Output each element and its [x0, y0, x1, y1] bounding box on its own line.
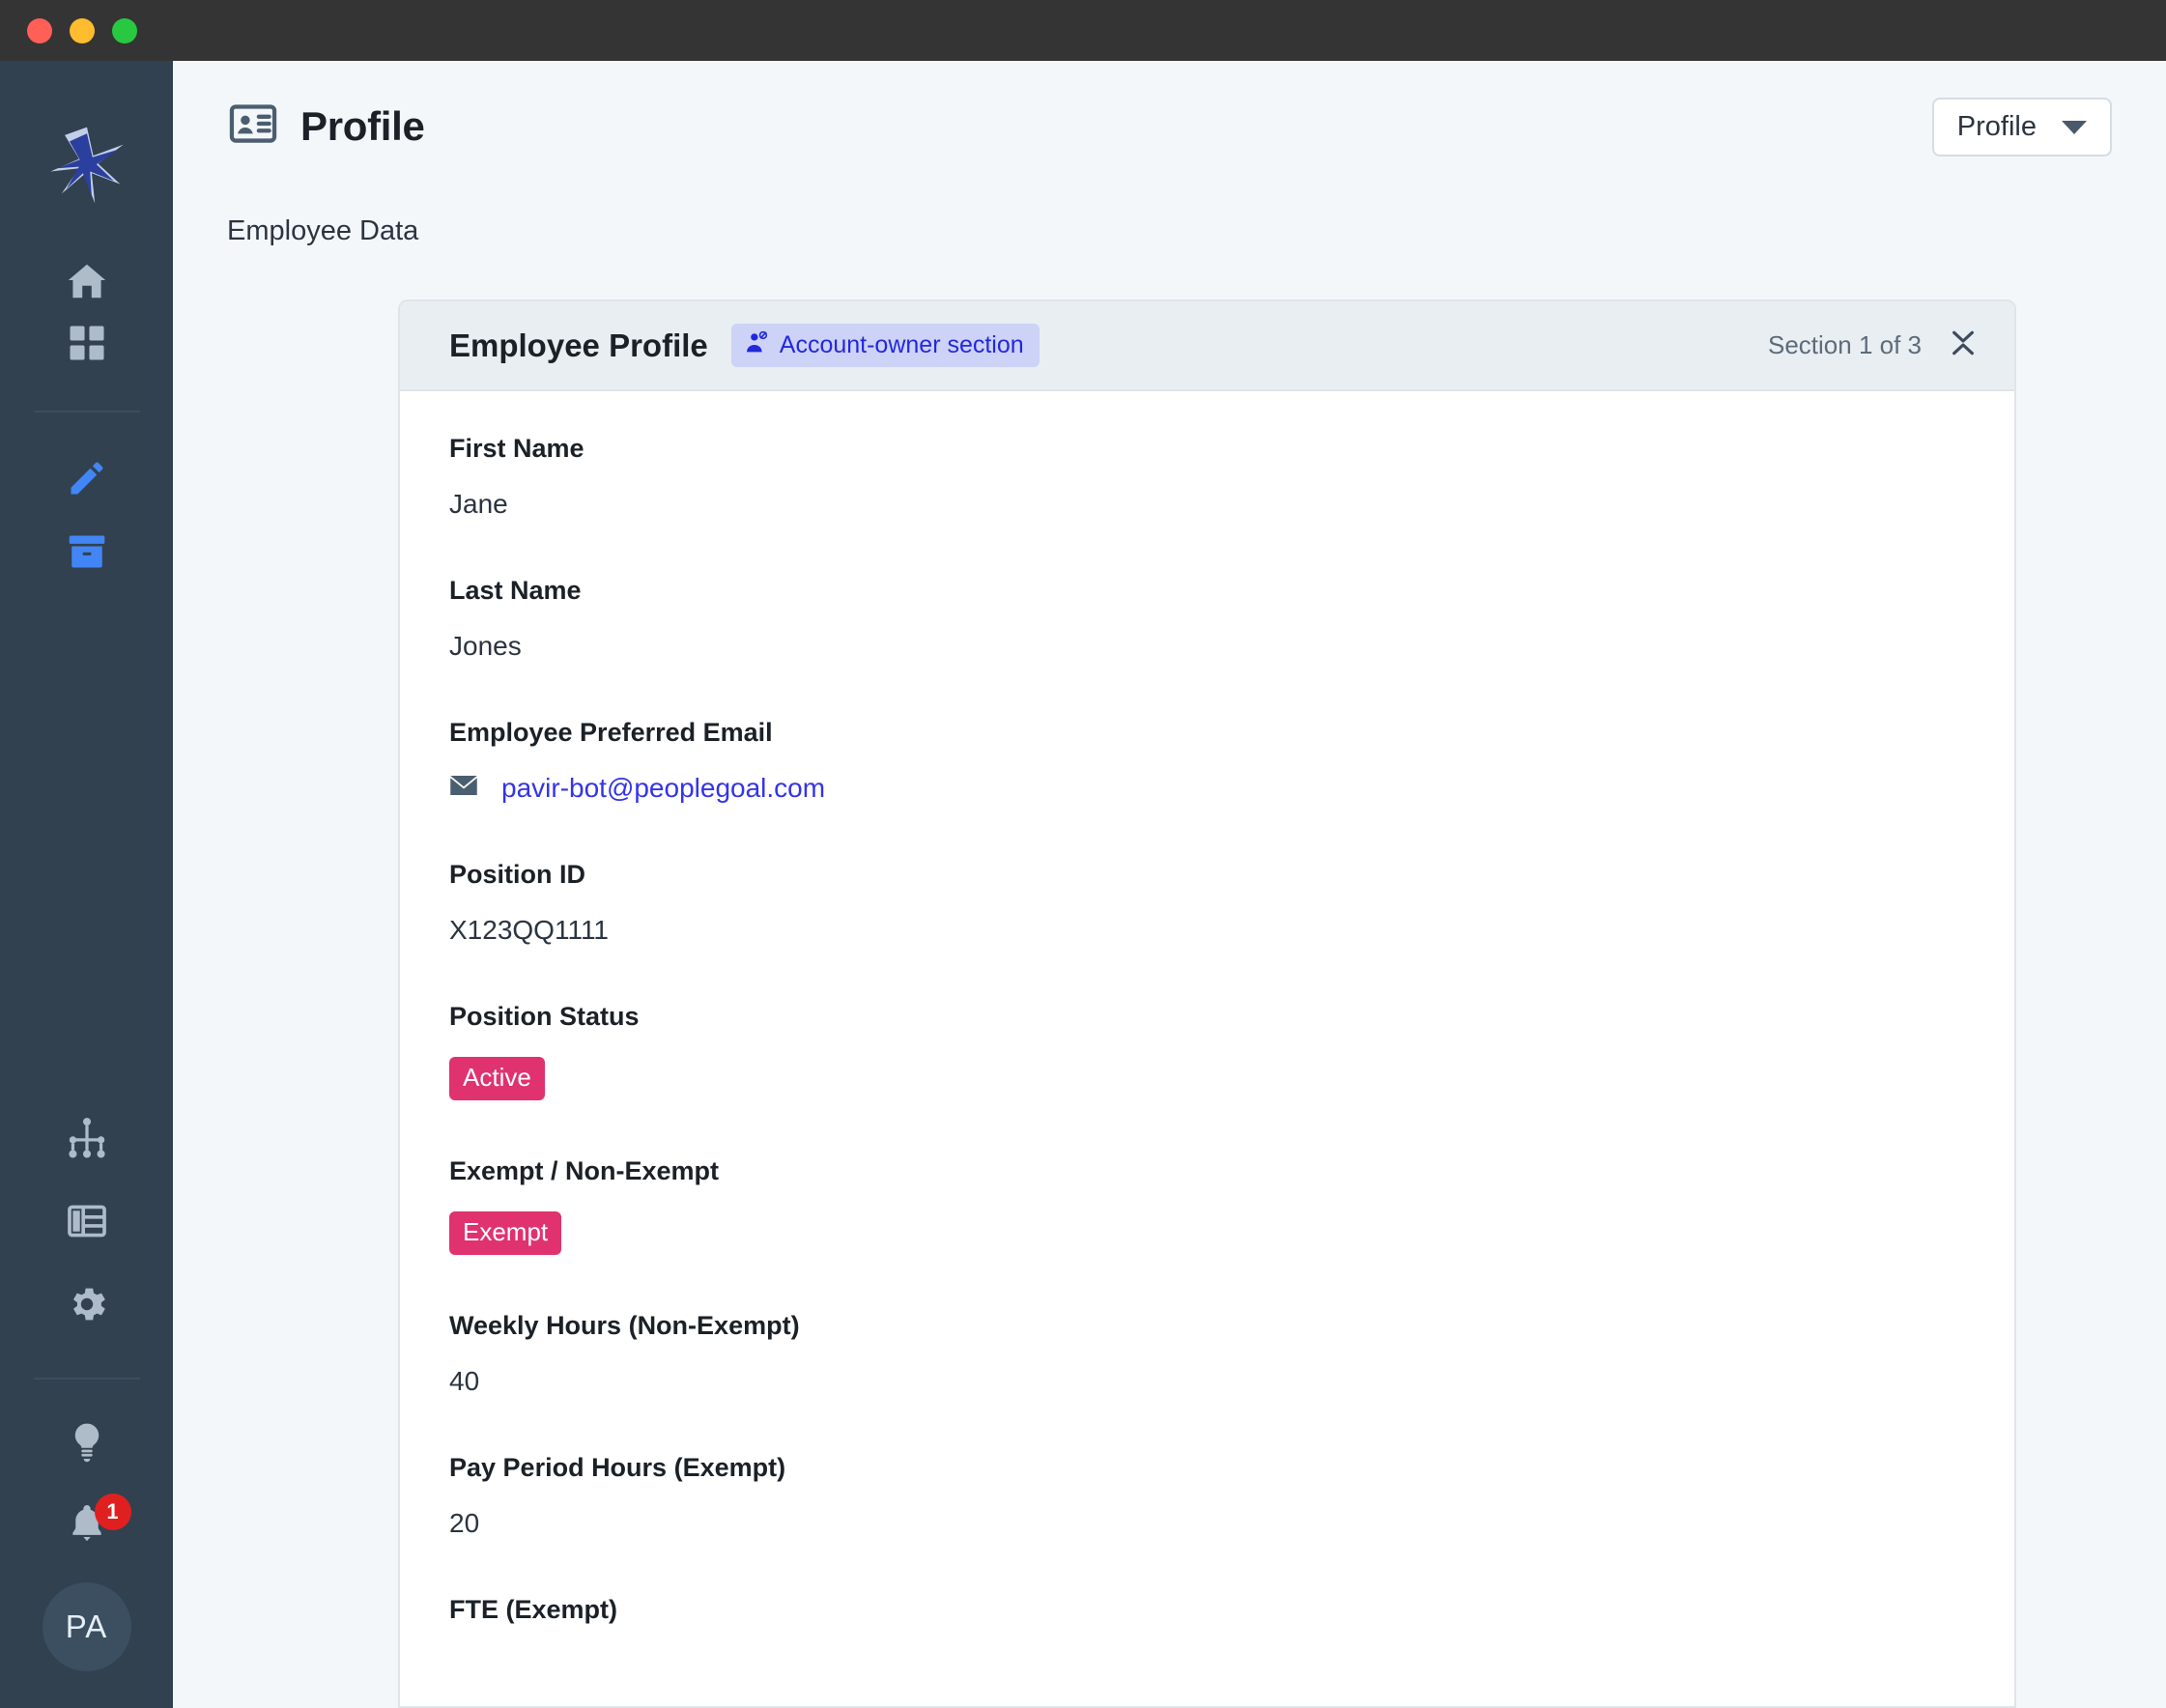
window-titlebar [0, 0, 2166, 61]
collapse-section-button[interactable] [1947, 329, 1980, 362]
sidebar-divider-bottom [33, 1378, 140, 1380]
field-position-id: Position ID X123QQ1111 [449, 860, 1965, 946]
field-value: Exempt [449, 1211, 1965, 1255]
minimize-window-button[interactable] [70, 17, 95, 43]
sidebar-item-notifications[interactable]: 1 [43, 1494, 131, 1555]
field-label: FTE (Exempt) [449, 1595, 618, 1624]
card-header-right: Section 1 of 3 [1768, 329, 1980, 362]
main-content: Profile Profile Employee Data Employee P… [173, 61, 2166, 1708]
account-owner-section-label: Account-owner section [779, 331, 1024, 358]
sidebar-item-edit[interactable] [43, 447, 131, 509]
field-value: 40 [449, 1366, 480, 1396]
sidebar-item-table-view[interactable] [43, 1190, 131, 1252]
pencil-edit-icon [66, 457, 108, 499]
field-label: Position ID [449, 860, 585, 889]
email-link[interactable]: pavir-bot@peoplegoal.com [501, 773, 825, 804]
sidebar-item-archive[interactable] [43, 521, 131, 583]
archive-box-icon [66, 530, 108, 573]
field-first-name: First Name Jane [449, 434, 1965, 520]
card-header: Employee Profile Account-owner section S… [400, 301, 2014, 391]
field-position-status: Position Status Active [449, 1002, 1965, 1100]
page-title: Profile [300, 102, 425, 149]
page-subtitle: Employee Data [227, 215, 419, 246]
profile-view-dropdown-label: Profile [1956, 111, 2037, 142]
starburst-logo[interactable] [43, 121, 131, 210]
notification-count-badge: 1 [94, 1494, 131, 1530]
home-icon [65, 259, 109, 303]
sidebar-item-ideas[interactable] [43, 1410, 131, 1472]
field-value: Jane [449, 489, 508, 519]
table-view-icon [65, 1199, 109, 1243]
field-value: X123QQ1111 [449, 915, 610, 945]
sidebar-item-home[interactable] [43, 250, 131, 312]
chevron-down-icon [2062, 120, 2087, 134]
account-owner-section-badge[interactable]: Account-owner section [730, 324, 1040, 367]
close-window-button[interactable] [27, 17, 52, 43]
zoom-window-button[interactable] [112, 17, 137, 43]
card-body: First Name Jane Last Name Jones Employee… [400, 391, 2014, 1625]
app-sidebar: 1 PA [0, 61, 173, 1708]
field-last-name: Last Name Jones [449, 576, 1965, 662]
field-label: Weekly Hours (Non-Exempt) [449, 1311, 800, 1340]
field-label: Position Status [449, 1002, 640, 1031]
section-counter: Section 1 of 3 [1768, 330, 1922, 359]
card-header-left: Employee Profile Account-owner section [449, 324, 1040, 367]
sidebar-item-org-chart[interactable] [43, 1107, 131, 1169]
field-exempt-non-exempt: Exempt / Non-Exempt Exempt [449, 1156, 1965, 1255]
profile-view-dropdown[interactable]: Profile [1931, 98, 2112, 157]
page-header: Profile Profile [227, 98, 2112, 157]
field-label: First Name [449, 434, 584, 463]
sidebar-divider-top [33, 411, 140, 413]
field-value: Active [449, 1057, 1965, 1100]
traffic-lights [27, 17, 137, 43]
field-employee-preferred-email: Employee Preferred Email pavir-bot@peopl… [449, 718, 1965, 804]
gear-settings-icon [64, 1281, 110, 1327]
sidebar-item-settings[interactable] [43, 1273, 131, 1335]
field-label: Last Name [449, 576, 582, 605]
field-pay-period-hours-exempt: Pay Period Hours (Exempt) 20 [449, 1453, 1965, 1539]
user-avatar[interactable]: PA [42, 1582, 131, 1671]
card-title: Employee Profile [449, 327, 708, 363]
status-badge: Active [449, 1057, 545, 1100]
lightbulb-icon [66, 1420, 108, 1463]
field-fte-exempt: FTE (Exempt) [449, 1595, 1965, 1625]
field-label: Pay Period Hours (Exempt) [449, 1453, 786, 1482]
exempt-badge: Exempt [449, 1211, 562, 1255]
employee-profile-card: Employee Profile Account-owner section S… [398, 299, 2016, 1708]
envelope-icon [449, 773, 478, 804]
page-title-group: Profile [227, 98, 425, 155]
field-value: pavir-bot@peoplegoal.com [449, 773, 1965, 804]
user-shield-icon [744, 330, 769, 360]
collapse-chevrons-icon [1948, 327, 1979, 363]
field-value: Jones [449, 631, 522, 661]
app-window: 1 PA Profile Profile Employee Data Emplo… [0, 0, 2166, 1708]
org-chart-icon [65, 1116, 109, 1160]
grid-apps-icon [67, 323, 107, 363]
id-card-icon [227, 98, 279, 155]
sidebar-item-apps[interactable] [43, 312, 131, 374]
field-label: Employee Preferred Email [449, 718, 773, 747]
field-label: Exempt / Non-Exempt [449, 1156, 720, 1185]
field-value: 20 [449, 1508, 480, 1538]
field-weekly-hours-non-exempt: Weekly Hours (Non-Exempt) 40 [449, 1311, 1965, 1397]
